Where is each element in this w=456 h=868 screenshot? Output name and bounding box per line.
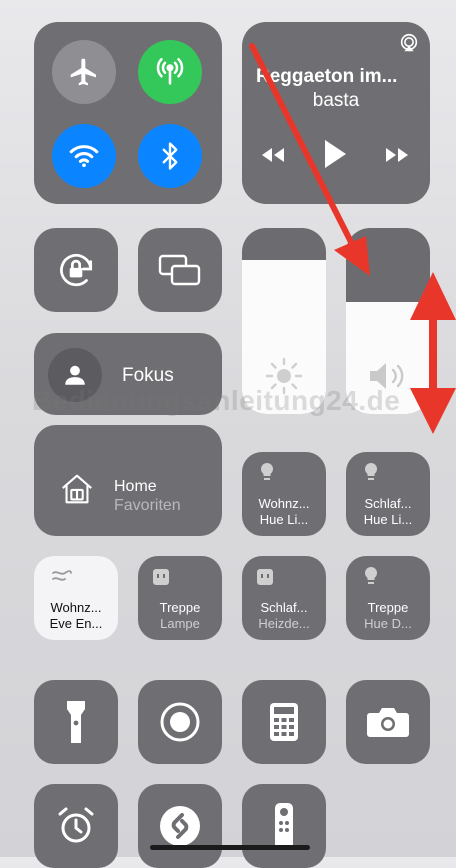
cellular-antenna-icon [156, 57, 184, 85]
screen-record-button[interactable] [138, 680, 222, 764]
airplane-mode-button[interactable] [52, 40, 116, 104]
rotation-lock-icon [60, 254, 93, 287]
bluetooth-icon [162, 142, 178, 170]
alarm-button[interactable] [34, 784, 118, 868]
accessory-label-line1: Schlaf... [260, 600, 308, 615]
calculator-icon [270, 703, 298, 741]
wifi-icon [69, 145, 99, 168]
flashlight-button[interactable] [34, 680, 118, 764]
accessory-tile-wohnzimmer-eve[interactable]: Wohnz... Eve En... [34, 556, 118, 640]
airplane-icon [70, 58, 96, 86]
home-title: Home [114, 478, 157, 495]
accessory-label-line2: Hue Li... [259, 512, 309, 527]
rewind-button[interactable] [258, 144, 288, 171]
accessory-label-line2: Hue Li... [363, 512, 413, 527]
brightness-slider[interactable] [242, 228, 326, 414]
sun-icon [265, 357, 303, 395]
accessory-label-line1: Treppe [367, 600, 409, 615]
airplay-icon [400, 33, 418, 52]
accessory-label-line2: Heizde... [258, 616, 310, 631]
screen-mirroring-icon [158, 254, 201, 286]
accessory-tile-schlafzimmer-heizdecke[interactable]: Schlaf... Heizde... [242, 556, 326, 640]
volume-slider[interactable] [346, 228, 430, 414]
accessory-label-line2: Lampe [160, 616, 200, 631]
screen-mirroring-button[interactable] [138, 228, 222, 312]
play-icon [325, 140, 346, 168]
focus-label: Fokus [122, 365, 174, 386]
accessory-label-line2: Hue D... [364, 616, 412, 631]
speaker-icon [370, 363, 404, 389]
bluetooth-button[interactable] [138, 124, 202, 188]
fast-forward-icon [386, 148, 408, 162]
alarm-clock-icon [58, 807, 94, 843]
calculator-button[interactable] [242, 680, 326, 764]
play-button[interactable] [322, 138, 348, 175]
outlet-icon [257, 569, 273, 585]
accessory-tile-treppe-lampe[interactable]: Treppe Lampe [138, 556, 222, 640]
camera-button[interactable] [346, 680, 430, 764]
person-icon-circle [48, 348, 102, 402]
apple-tv-remote-button[interactable] [242, 784, 326, 868]
airplay-button[interactable] [398, 32, 420, 54]
camera-icon [367, 708, 409, 737]
shazam-icon [160, 806, 200, 846]
fast-forward-button[interactable] [382, 144, 412, 171]
bulb-icon [364, 462, 378, 480]
fan-icon [52, 570, 72, 581]
accessory-label-line1: Wohnz... [50, 600, 102, 615]
home-indicator[interactable] [150, 845, 310, 850]
apple-tv-remote-icon [275, 803, 293, 849]
home-subtitle: Favoriten [114, 497, 181, 514]
bulb-icon [260, 462, 274, 480]
wifi-button[interactable] [52, 124, 116, 188]
bulb-icon [364, 566, 378, 584]
flashlight-icon [67, 701, 85, 743]
accessory-tile-schlafzimmer-hue[interactable]: Schlaf... Hue Li... [346, 452, 430, 536]
accessory-label-line1: Wohnz... [258, 496, 310, 511]
track-title: Reggaeton im... [256, 66, 398, 87]
accessory-label-line1: Schlaf... [364, 496, 412, 511]
outlet-icon [153, 569, 169, 585]
accessory-tile-wohnzimmer-hue[interactable]: Wohnz... Hue Li... [242, 452, 326, 536]
shazam-button[interactable] [138, 784, 222, 868]
cellular-data-button[interactable] [138, 40, 202, 104]
track-artist: basta [312, 90, 360, 111]
rewind-icon [262, 148, 284, 162]
screen-record-icon [160, 702, 200, 742]
home-icon [62, 474, 92, 504]
accessory-label-line1: Treppe [159, 600, 201, 615]
person-icon [65, 365, 85, 385]
accessory-tile-treppe-hue[interactable]: Treppe Hue D... [346, 556, 430, 640]
accessory-label-line2: Eve En... [49, 616, 103, 631]
rotation-lock-button[interactable] [34, 228, 118, 312]
